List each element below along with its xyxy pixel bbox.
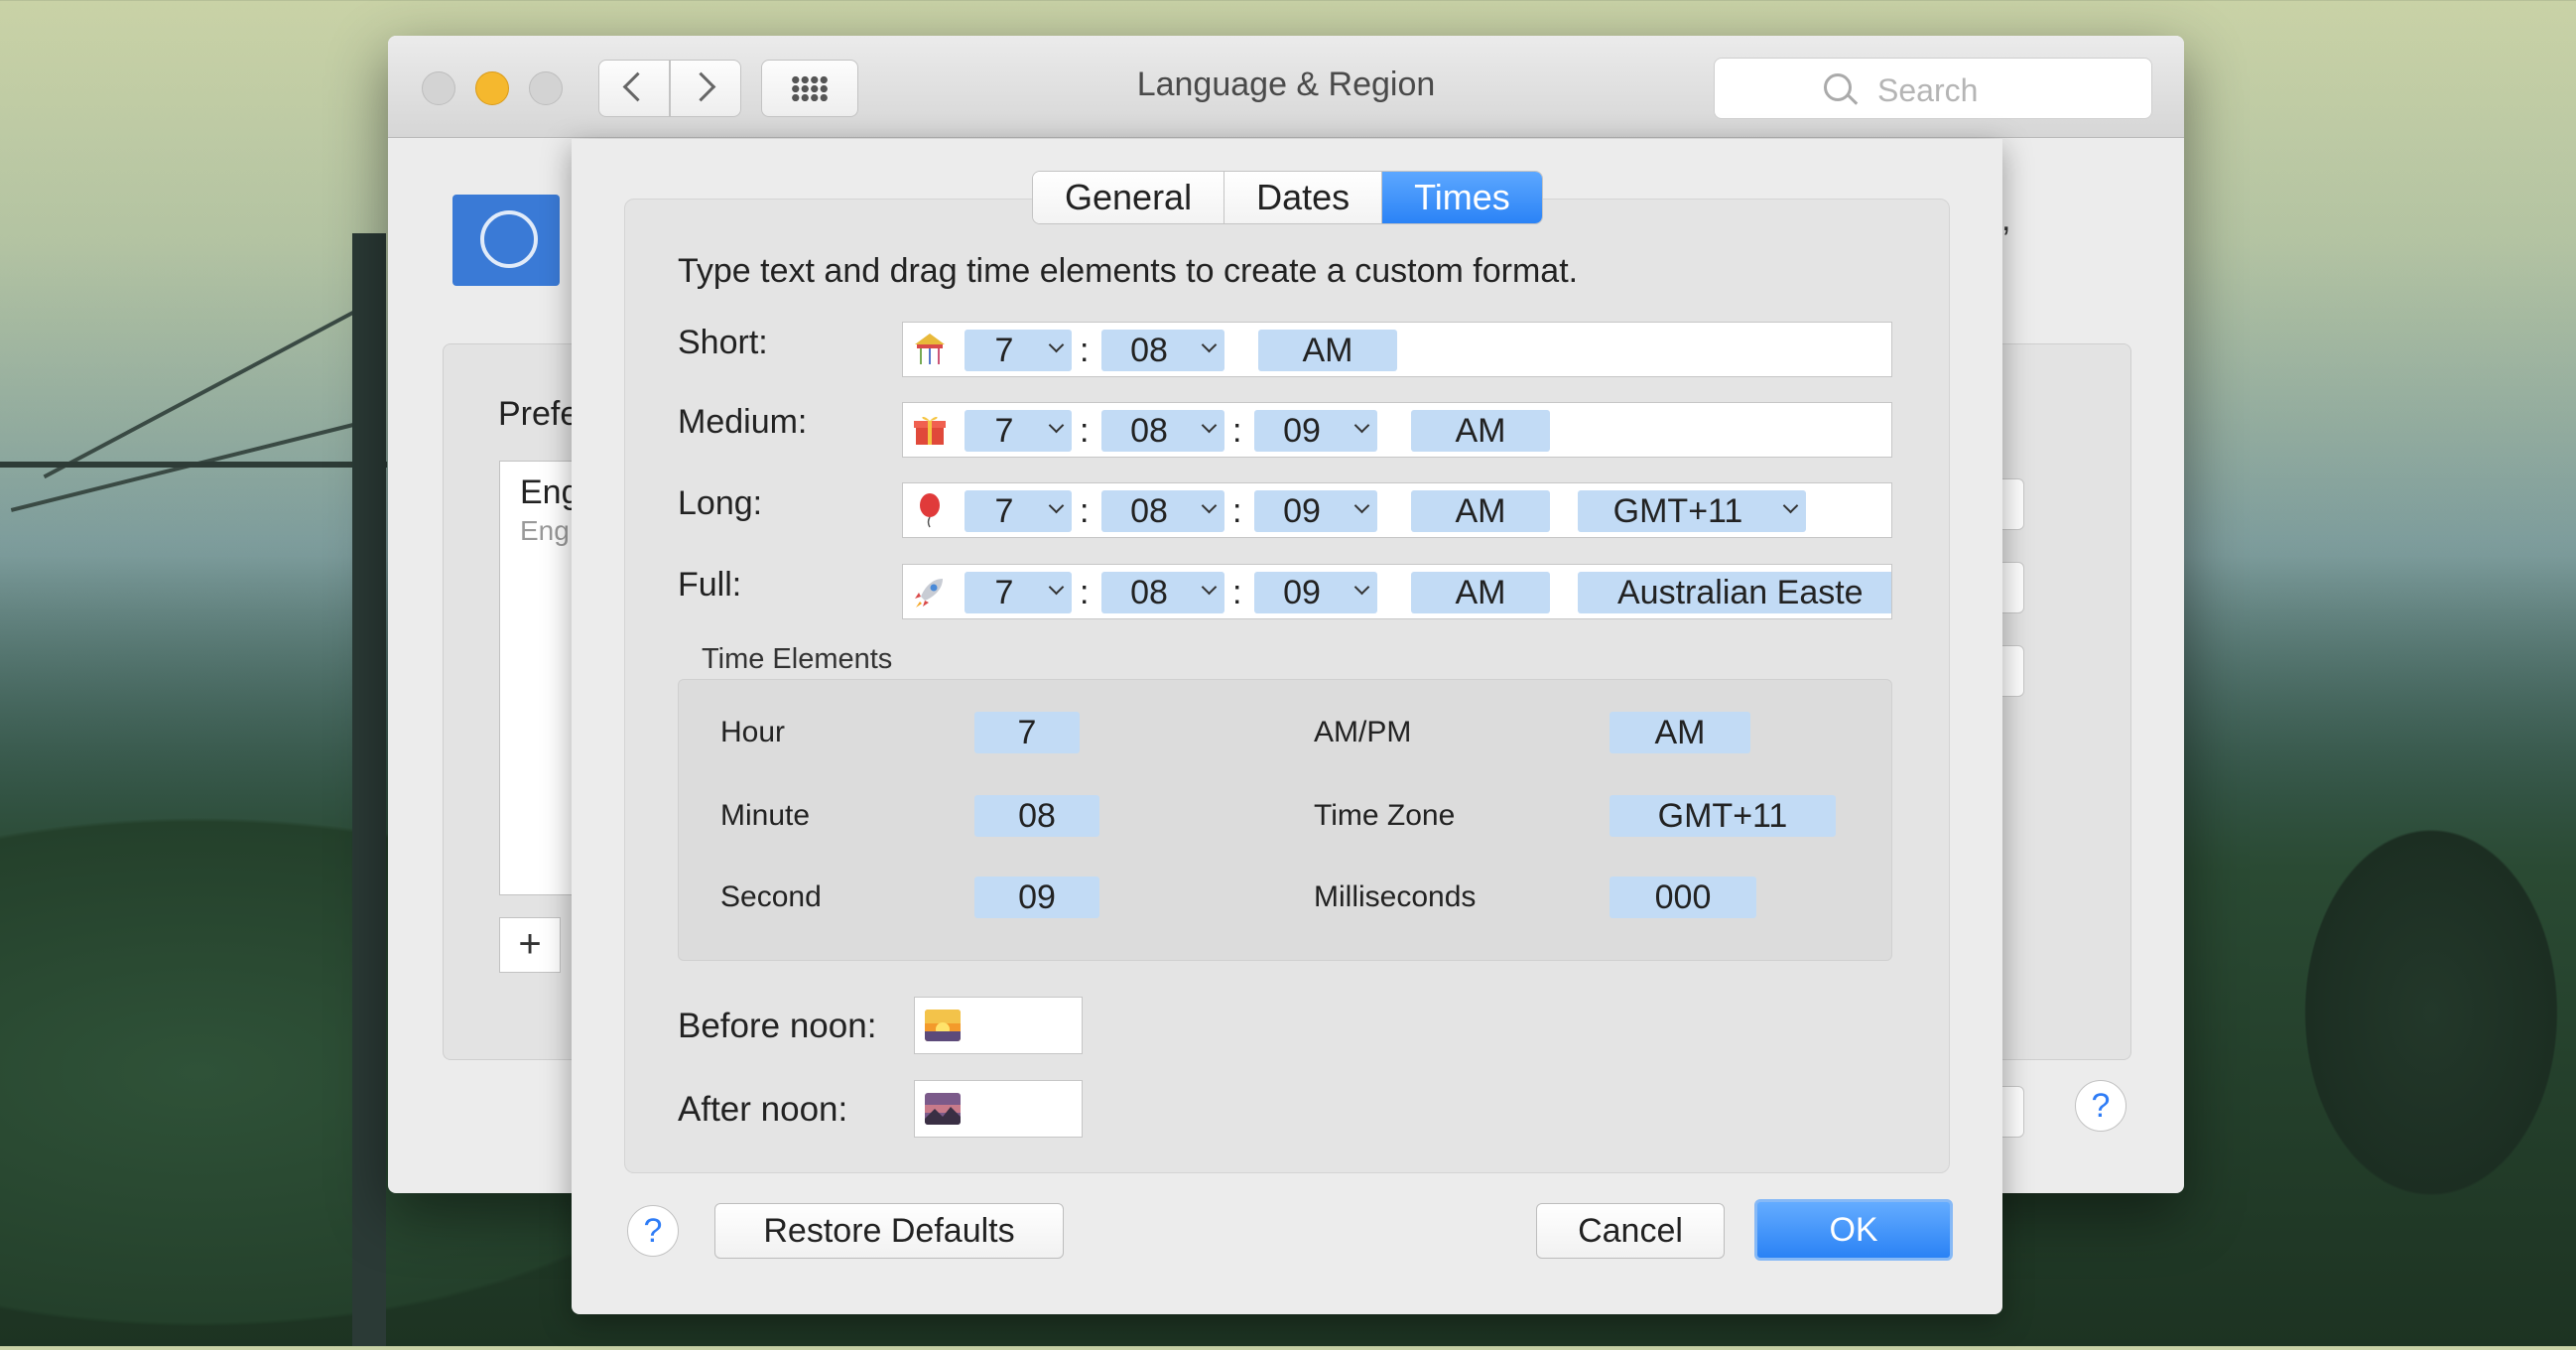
chevron-down-icon	[1782, 497, 1799, 514]
instruction-text: Type text and drag time elements to crea…	[678, 252, 1579, 290]
separator: :	[1232, 492, 1242, 530]
hour-token[interactable]: 7	[965, 490, 1072, 532]
long-label: Long:	[678, 484, 763, 522]
second-token[interactable]: 09	[1254, 572, 1377, 613]
carousel-icon	[915, 334, 945, 364]
chevron-down-icon	[1201, 497, 1218, 514]
gift-icon	[914, 416, 946, 445]
tab-bar: General Dates Times	[1032, 171, 1543, 224]
ampm-token[interactable]: AM	[1411, 490, 1550, 532]
add-language-button[interactable]: +	[499, 917, 561, 973]
time-elements-box: Hour 7 Minute 08 Second 09 AM/PM AM Time…	[678, 679, 1892, 961]
short-format-field[interactable]: 7 : 08 AM	[902, 322, 1892, 377]
sunrise-icon	[925, 1010, 961, 1041]
separator: :	[1080, 574, 1090, 611]
minute-token[interactable]: 08	[1101, 490, 1224, 532]
preferred-languages-label: Prefe	[498, 395, 580, 433]
tab-times[interactable]: Times	[1382, 172, 1542, 223]
chevron-down-icon	[1353, 417, 1370, 434]
separator: :	[1232, 412, 1242, 450]
ampm-element-label: AM/PM	[1314, 716, 1412, 748]
ampm-token[interactable]: AM	[1411, 410, 1550, 452]
separator: :	[1080, 332, 1090, 369]
minute-token[interactable]: 08	[1101, 330, 1224, 371]
before-noon-field[interactable]	[914, 997, 1083, 1054]
short-label: Short:	[678, 324, 768, 361]
second-element-label: Second	[720, 880, 822, 913]
minute-token[interactable]: 08	[1101, 410, 1224, 452]
region-flag-icon	[452, 195, 560, 286]
long-format-field[interactable]: 7 : 08 : 09 AM GMT+11	[902, 482, 1892, 538]
balloon-icon	[920, 493, 940, 528]
hour-token[interactable]: 7	[965, 410, 1072, 452]
separator: :	[1080, 492, 1090, 530]
bridge-tower	[352, 233, 386, 1346]
chevron-down-icon	[1353, 579, 1370, 596]
medium-label: Medium:	[678, 403, 808, 441]
help-button[interactable]: ?	[627, 1205, 679, 1257]
separator: :	[1080, 412, 1090, 450]
timezone-element-token[interactable]: GMT+11	[1610, 795, 1836, 837]
hour-token[interactable]: 7	[965, 572, 1072, 613]
sunset-icon	[925, 1093, 961, 1125]
separator: :	[1232, 574, 1242, 611]
advanced-sheet: General Dates Times Type text and drag t…	[572, 139, 2002, 1314]
milliseconds-element-token[interactable]: 000	[1610, 877, 1756, 918]
hour-token[interactable]: 7	[965, 330, 1072, 371]
minute-element-label: Minute	[720, 799, 811, 832]
second-token[interactable]: 09	[1254, 410, 1377, 452]
chevron-down-icon	[1201, 337, 1218, 353]
chevron-down-icon	[1048, 337, 1065, 353]
after-noon-field[interactable]	[914, 1080, 1083, 1138]
timezone-element-label: Time Zone	[1314, 799, 1456, 832]
title-bar: Language & Region Search	[388, 36, 2184, 138]
timezone-token[interactable]: Australian Easte	[1578, 572, 1891, 613]
search-placeholder: Search	[1877, 72, 1979, 108]
timezone-token[interactable]: GMT+11	[1578, 490, 1806, 532]
rocket-icon	[915, 579, 943, 608]
language-item-secondary: Eng	[520, 515, 570, 546]
chevron-down-icon	[1201, 579, 1218, 596]
time-elements-title: Time Elements	[702, 643, 893, 675]
ampm-token[interactable]: AM	[1411, 572, 1550, 613]
region-text-fragment: ,	[2001, 201, 2011, 238]
medium-format-field[interactable]: 7 : 08 : 09 AM	[902, 402, 1892, 458]
bridge-cable	[43, 298, 378, 479]
before-noon-label: Before noon:	[678, 1007, 877, 1045]
chevron-down-icon	[1048, 497, 1065, 514]
milliseconds-element-label: Milliseconds	[1314, 880, 1477, 913]
bridge-deck	[0, 462, 387, 468]
restore-defaults-button[interactable]: Restore Defaults	[714, 1203, 1064, 1259]
hour-element-token[interactable]: 7	[974, 712, 1080, 753]
ampm-element-token[interactable]: AM	[1610, 712, 1750, 753]
tab-dates[interactable]: Dates	[1224, 172, 1383, 223]
second-token[interactable]: 09	[1254, 490, 1377, 532]
tree	[2282, 754, 2576, 1350]
ok-button[interactable]: OK	[1754, 1199, 1953, 1261]
full-format-field[interactable]: 7 : 08 : 09 AM Australian Easte	[902, 564, 1892, 619]
second-element-token[interactable]: 09	[974, 877, 1099, 918]
full-label: Full:	[678, 566, 742, 604]
chevron-down-icon	[1048, 417, 1065, 434]
tab-general[interactable]: General	[1033, 172, 1225, 223]
minute-token[interactable]: 08	[1101, 572, 1224, 613]
search-input[interactable]: Search	[1714, 58, 2152, 119]
help-button[interactable]: ?	[2075, 1080, 2126, 1132]
chevron-down-icon	[1048, 579, 1065, 596]
search-icon	[1824, 73, 1852, 101]
minute-element-token[interactable]: 08	[974, 795, 1099, 837]
chevron-down-icon	[1353, 497, 1370, 514]
hour-element-label: Hour	[720, 716, 786, 748]
chevron-down-icon	[1201, 417, 1218, 434]
ampm-token[interactable]: AM	[1258, 330, 1397, 371]
after-noon-label: After noon:	[678, 1090, 848, 1129]
cancel-button[interactable]: Cancel	[1536, 1203, 1725, 1259]
